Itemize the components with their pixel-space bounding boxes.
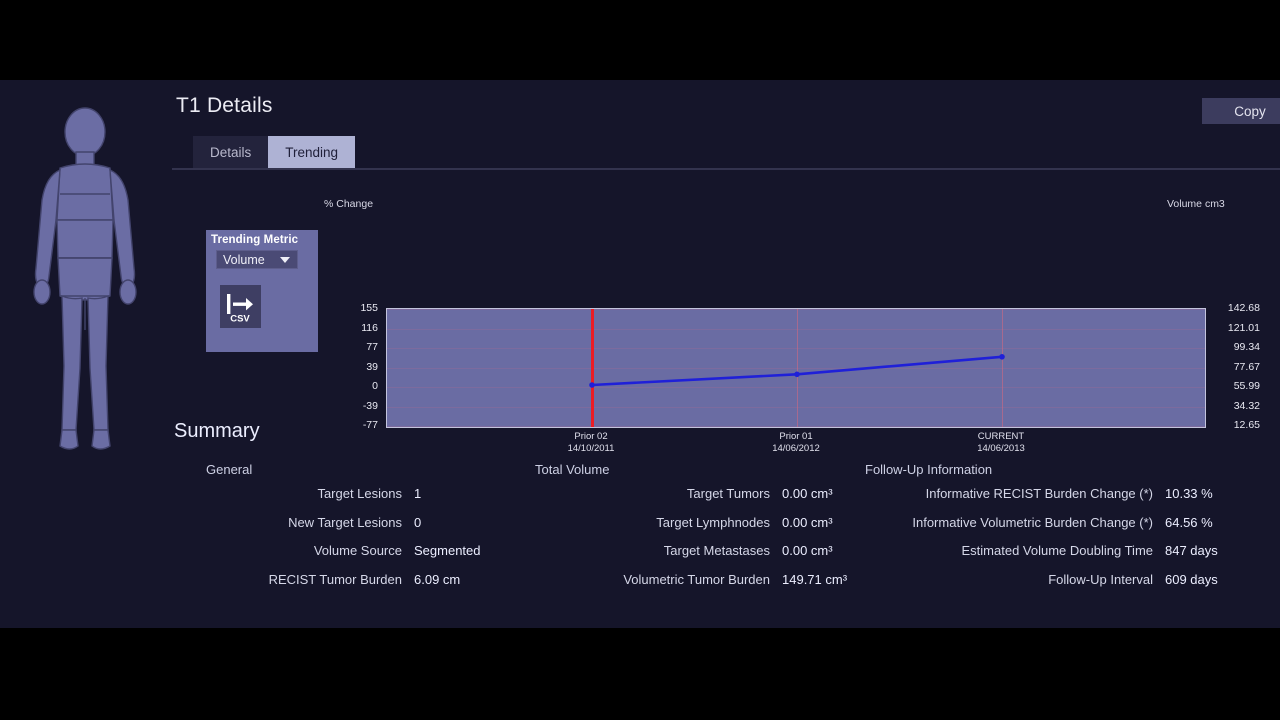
chart-data-point[interactable] <box>999 354 1005 360</box>
summary-row: New Target Lesions 0 <box>206 515 481 544</box>
chart-data-point[interactable] <box>794 371 800 378</box>
chart-y-tick-label: 116 <box>361 322 378 334</box>
chart-y2-tick-label: 55.99 <box>1233 380 1260 392</box>
summary-row-value: 10.33 % <box>1165 486 1213 501</box>
summary-row-label: Volume Source <box>313 543 402 558</box>
summary-row-value: 0.00 cm³ <box>782 486 833 501</box>
chart-y-axis-title: % Change <box>324 198 374 210</box>
summary-row-value: Segmented <box>414 543 481 558</box>
summary-column-heading: General <box>206 462 253 477</box>
summary-row-label: Informative Volumetric Burden Change (*) <box>912 514 1153 530</box>
summary-row: Target Tumors 0.00 cm³ <box>535 486 847 515</box>
summary-row: Informative Volumetric Burden Change (*)… <box>865 515 1218 544</box>
summary-row-label: Target Lesions <box>317 486 402 501</box>
chart-y-tick-label: -77 <box>362 419 378 431</box>
summary-title: Summary <box>174 420 260 442</box>
chart-series-layer <box>589 354 1005 388</box>
summary-rows-follow-up: Informative RECIST Burden Change (*) 10.3… <box>865 486 1218 601</box>
chart-data-point[interactable] <box>589 382 595 388</box>
chart-series-line <box>591 355 1003 387</box>
summary-row-label: Target Lymphnodes <box>656 514 770 530</box>
chart-x-tick-label: CURRENT 14/06/2013 <box>931 431 1071 455</box>
summary-row-value: 0 <box>414 514 422 530</box>
summary-row-label: RECIST Tumor Burden <box>268 571 402 587</box>
summary-column-heading: Follow-Up Information <box>865 462 993 477</box>
application-viewport: T1 Details Copy Details Trending Trendin… <box>0 80 1280 628</box>
summary-row-label: Target Tumors <box>686 486 770 501</box>
summary-column-follow-up: Follow-Up Information Informative RECIST… <box>865 462 1218 600</box>
chart-y2-tick-label: 99.34 <box>1233 341 1260 353</box>
chart-x-tick-label: Prior 02 14/10/2011 <box>521 431 661 455</box>
chart-x-tick-name: CURRENT <box>977 431 1025 442</box>
summary-row-label: Estimated Volume Doubling Time <box>961 543 1153 558</box>
chart-y-tick-label: -39 <box>362 400 378 412</box>
summary-row: Target Lesions 1 <box>206 486 481 515</box>
summary-column-general: General Target Lesions 1 New Target Lesion… <box>206 462 481 600</box>
chart-y2-tick-label: 12.65 <box>1233 419 1260 431</box>
summary-row-value: 0.00 cm³ <box>782 514 833 530</box>
chart-x-tick-date: 14/06/2013 <box>977 443 1025 454</box>
chart-x-tick-date: 14/06/2012 <box>772 443 820 454</box>
summary-row-value: 1 <box>414 486 422 501</box>
chart-y2-tick-label: 77.67 <box>1233 361 1260 373</box>
chart-y2-tick-label: 142.68 <box>1227 302 1260 314</box>
summary-column-heading: Total Volume <box>535 462 610 477</box>
summary-rows-total-volume: Target Tumors 0.00 cm³ Target Lymphnodes 0.… <box>535 486 847 600</box>
summary-row-value: 64.56 % <box>1165 514 1213 530</box>
chart-plot-area[interactable] <box>386 308 1206 428</box>
summary-rows-general: Target Lesions 1 New Target Lesions 0 Volume… <box>206 486 481 600</box>
chart-x-tick-label: Prior 01 14/06/2012 <box>726 431 866 455</box>
summary-row-value: 6.09 cm <box>414 571 461 587</box>
chart-y-tick-label: 0 <box>372 380 378 392</box>
summary-row: Follow-Up Interval 609 days <box>865 572 1218 601</box>
chart-x-tick-name: Prior 02 <box>574 431 608 442</box>
summary-row: Volume Source Segmented <box>206 543 481 572</box>
summary-row: Estimated Volume Doubling Time 847 days <box>865 543 1218 572</box>
summary-row: Informative RECIST Burden Change (*) 10.3… <box>865 486 1218 515</box>
summary-row: Target Metastases 0.00 cm³ <box>535 543 847 572</box>
summary-row-value: 847 days <box>1165 543 1218 558</box>
chart-x-tick-name: Prior 01 <box>779 431 813 442</box>
summary-row: Volumetric Tumor Burden 149.71 cm³ <box>535 572 847 601</box>
summary-row-label: Informative RECIST Burden Change (*) <box>925 486 1153 501</box>
letterbox-bottom <box>0 628 1280 720</box>
chart-y2-tick-label: 34.32 <box>1233 400 1260 412</box>
chart-y2-tick-label: 121.01 <box>1227 322 1260 334</box>
summary-row: RECIST Tumor Burden 6.09 cm <box>206 572 481 601</box>
summary-row-label: Volumetric Tumor Burden <box>623 571 770 587</box>
summary-row-label: Target Metastases <box>663 543 770 558</box>
letterbox-top <box>0 0 1280 80</box>
summary-row-value: 0.00 cm³ <box>782 543 833 558</box>
summary-row-value: 149.71 cm³ <box>782 571 848 587</box>
summary-row: Target Lymphnodes 0.00 cm³ <box>535 515 847 544</box>
summary-row-value: 609 days <box>1165 571 1218 587</box>
summary-column-total-volume: Total Volume Target Tumors 0.00 cm³ Target… <box>535 462 847 600</box>
chart-x-tick-date: 14/10/2011 <box>567 443 615 454</box>
chart-y-tick-label: 39 <box>366 361 378 373</box>
chart-y-tick-label: 155 <box>360 302 378 314</box>
summary-row-label: Follow-Up Interval <box>1048 571 1153 587</box>
summary-row-label: New Target Lesions <box>288 514 402 530</box>
screen-root: T1 Details Copy Details Trending Trendin… <box>0 0 1280 720</box>
chart-y2-axis-title: Volume cm3 <box>1167 198 1225 210</box>
chart-y-tick-label: 77 <box>366 341 378 353</box>
